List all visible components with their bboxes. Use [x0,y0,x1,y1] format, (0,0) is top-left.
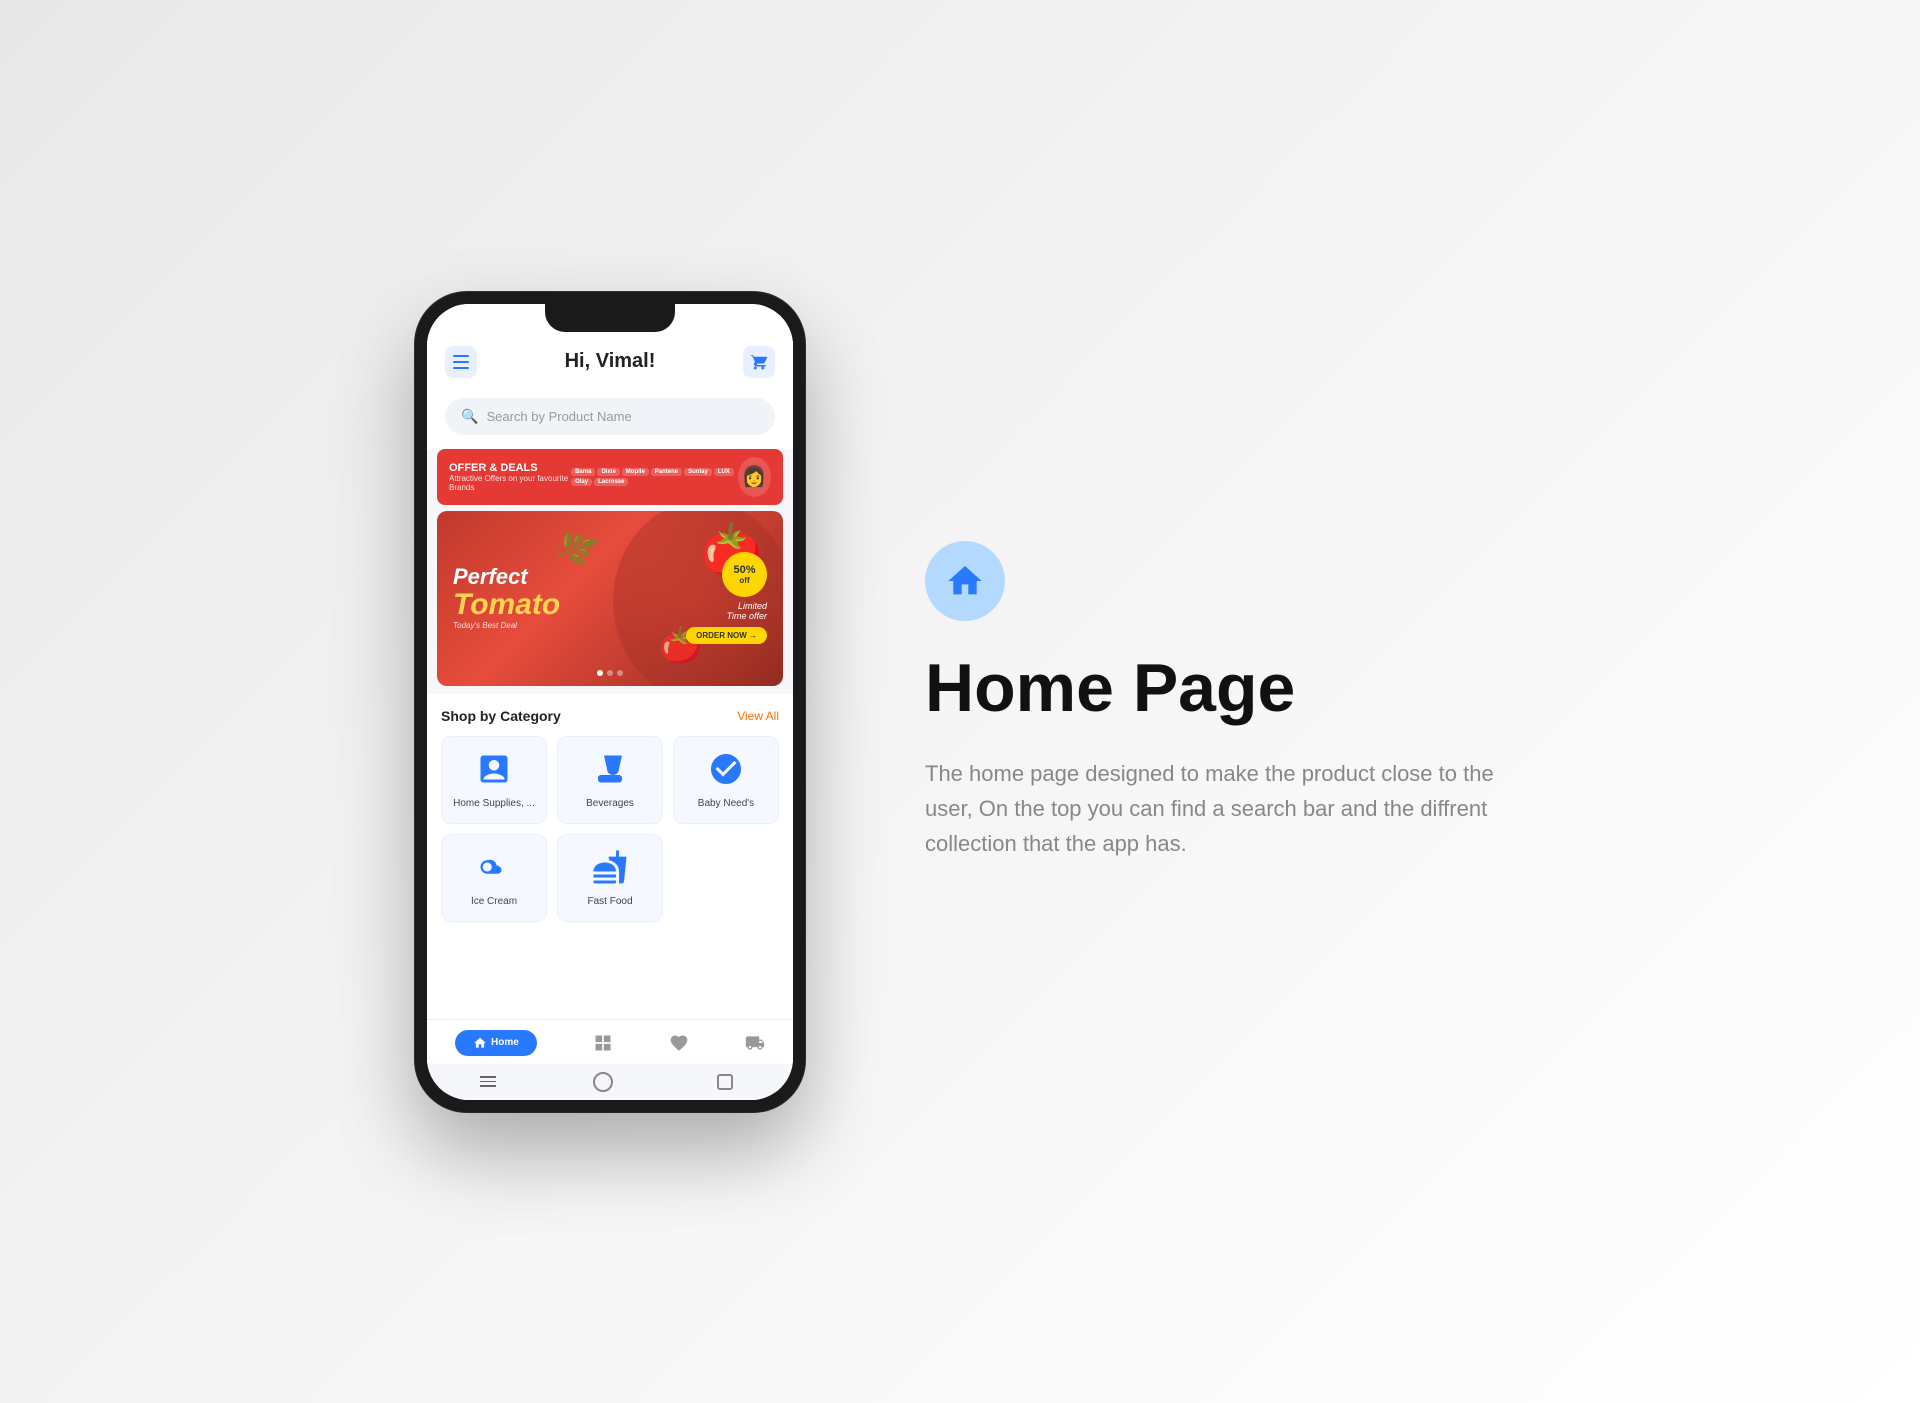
phone-bottom-bar [427,1064,793,1100]
offer-text-block: OFFER & DEALS Attractive Offers on your … [449,462,571,492]
phone-inner: Hi, Vimal! 🔍 Search by Product Name [427,304,793,1100]
home-icon-circle [925,541,1005,621]
right-content: Home Page The home page designed to make… [925,541,1505,861]
offer-title: OFFER & DEALS [449,462,571,474]
category-title: Shop by Category [441,708,561,724]
offer-banner[interactable]: OFFER & DEALS Attractive Offers on your … [437,449,783,505]
phone-notch [545,304,675,332]
search-input-wrap[interactable]: 🔍 Search by Product Name [445,398,775,435]
offer-subtitle: Attractive Offers on your favourite Bran… [449,474,571,492]
search-placeholder: Search by Product Name [486,409,631,424]
page-description: The home page designed to make the produ… [925,756,1505,862]
view-all-button[interactable]: View All [737,709,779,723]
brand-pill: Lacrosse [594,478,628,486]
phone-screen: Hi, Vimal! 🔍 Search by Product Name [427,304,793,1100]
category-item-ice-cream[interactable]: Ice Cream [441,834,547,922]
hero-badge: 50% off [722,552,767,597]
hero-right-block: 50% off LimitedTime offer ORDER NOW → [686,552,767,644]
gesture-hamburger [487,1076,489,1088]
fast-food-icon [592,849,628,892]
phone-outer: Hi, Vimal! 🔍 Search by Product Name [415,292,805,1112]
greeting-text: Hi, Vimal! [565,350,656,373]
menu-icon[interactable] [445,346,477,378]
hero-order-button[interactable]: ORDER NOW → [686,627,767,644]
beverages-icon [592,751,628,794]
category-header: Shop by Category View All [441,708,779,724]
nav-label-home: Home [491,1037,519,1048]
brand-pill: LUX [714,468,734,476]
hero-line3: Today's Best Deal [453,621,686,630]
hero-text-block: Perfect Tomato Today's Best Deal [453,566,686,630]
hero-carousel-dots [597,670,623,676]
carousel-dot-3 [617,670,623,676]
offer-brands: Bama Dixie Mopile Pantene Sunlay LUX Ola… [571,468,738,486]
cart-icon[interactable] [743,346,775,378]
nav-item-wishlist[interactable] [669,1033,689,1053]
bottom-nav: Home [427,1019,793,1064]
nav-item-grid[interactable] [593,1033,613,1053]
brand-pill: Bama [571,468,595,476]
hero-limited-label: LimitedTime offer [686,601,767,621]
category-grid: Home Supplies, ... Beverages [441,736,779,922]
hero-line2: Tomato [453,588,686,621]
category-item-fast-food[interactable]: Fast Food [557,834,663,922]
category-item-beverages[interactable]: Beverages [557,736,663,824]
hero-line1: Perfect [453,566,686,588]
brand-pill: Sunlay [684,468,712,476]
category-section: Shop by Category View All Home Supplies,… [427,694,793,1019]
home-supplies-icon [476,751,512,794]
category-item-baby-needs[interactable]: Baby Need's [673,736,779,824]
brand-pill: Mopile [622,468,649,476]
category-name-home-supplies: Home Supplies, ... [453,798,535,809]
category-item-home-supplies[interactable]: Home Supplies, ... [441,736,547,824]
hero-banner[interactable]: 🍅 🍅 🌿 Perfect Tomato Today's Best Deal 5… [437,511,783,686]
page-title: Home Page [925,651,1505,726]
phone-mockup: Hi, Vimal! 🔍 Search by Product Name [415,292,805,1112]
offer-person-icon: 👩 [738,457,771,497]
category-name-baby-needs: Baby Need's [698,798,754,809]
search-bar: 🔍 Search by Product Name [427,390,793,449]
brand-pill: Dixie [597,468,619,476]
category-name-beverages: Beverages [586,798,634,809]
ice-cream-icon [476,849,512,892]
brand-pill: Pantene [651,468,682,476]
category-name-fast-food: Fast Food [587,896,632,907]
carousel-dot-1 [597,670,603,676]
nav-item-delivery[interactable] [745,1033,765,1053]
gesture-back [717,1074,733,1090]
home-svg-icon [945,561,985,601]
nav-item-home[interactable]: Home [455,1030,537,1056]
main-container: Hi, Vimal! 🔍 Search by Product Name [0,232,1920,1172]
gesture-home [593,1072,613,1092]
category-name-ice-cream: Ice Cream [471,896,517,907]
baby-needs-icon [708,751,744,794]
brand-pill: Olay [571,478,592,486]
carousel-dot-2 [607,670,613,676]
search-icon: 🔍 [461,408,478,425]
